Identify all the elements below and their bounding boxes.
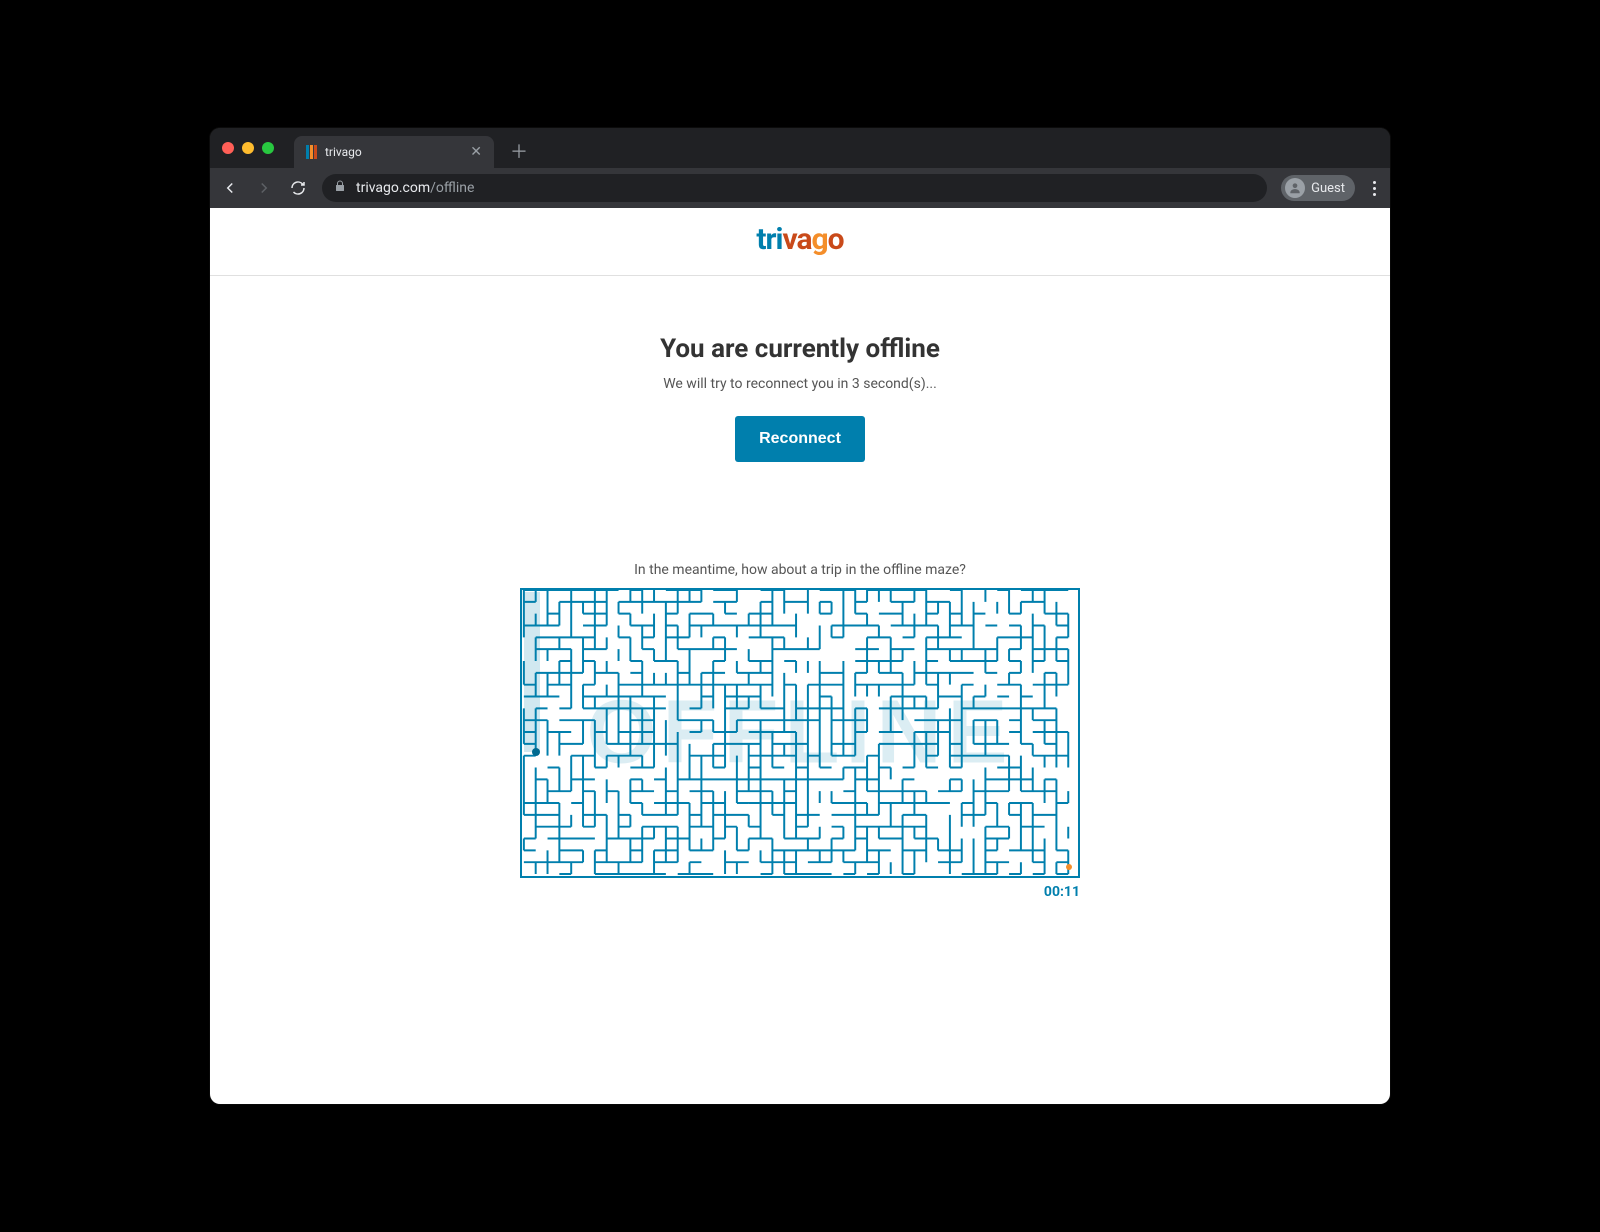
goal-dot-icon [1066, 864, 1072, 870]
main-content: You are currently offline We will try to… [210, 276, 1390, 1104]
page-header: trivago [210, 208, 1390, 276]
new-tab-button[interactable]: ＋ [502, 138, 536, 164]
url-host: trivago.com [356, 180, 430, 196]
player-dot-icon [532, 748, 540, 756]
maze-timer: 00:11 [520, 878, 1080, 900]
toolbar: trivago.com/offline Guest [210, 168, 1390, 208]
forward-icon[interactable] [254, 179, 274, 197]
kebab-menu-icon[interactable] [1369, 181, 1380, 196]
url-text: trivago.com/offline [356, 180, 474, 196]
reconnect-button[interactable]: Reconnect [735, 416, 865, 462]
maze-container: OFFLINE 00:11 [520, 588, 1080, 900]
back-icon[interactable] [220, 179, 240, 197]
profile-label: Guest [1311, 181, 1345, 196]
maze-caption: In the meantime, how about a trip in the… [634, 562, 966, 578]
lock-icon [334, 179, 346, 197]
reconnect-subtext: We will try to reconnect you in 3 second… [663, 376, 937, 392]
maze-trail [524, 592, 540, 752]
titlebar: trivago ✕ ＋ [210, 128, 1390, 168]
address-bar[interactable]: trivago.com/offline [322, 174, 1267, 202]
avatar-icon [1285, 178, 1305, 198]
close-window-icon[interactable] [222, 142, 234, 154]
minimize-window-icon[interactable] [242, 142, 254, 154]
url-path: /offline [430, 180, 474, 196]
maze-lines-icon [522, 590, 1078, 876]
maximize-window-icon[interactable] [262, 142, 274, 154]
maze-game[interactable]: OFFLINE [520, 588, 1080, 878]
profile-chip[interactable]: Guest [1281, 175, 1355, 201]
offline-headline: You are currently offline [660, 334, 940, 364]
tab-title: trivago [325, 145, 362, 159]
reload-icon[interactable] [288, 179, 308, 197]
favicon-icon [306, 145, 317, 159]
trivago-logo[interactable]: trivago [756, 222, 843, 257]
browser-window: trivago ✕ ＋ trivago.com/offline Gue [210, 128, 1390, 1104]
window-controls [222, 142, 274, 154]
close-tab-icon[interactable]: ✕ [470, 144, 482, 160]
page-content: trivago You are currently offline We wil… [210, 208, 1390, 1104]
browser-tab[interactable]: trivago ✕ [294, 136, 494, 168]
